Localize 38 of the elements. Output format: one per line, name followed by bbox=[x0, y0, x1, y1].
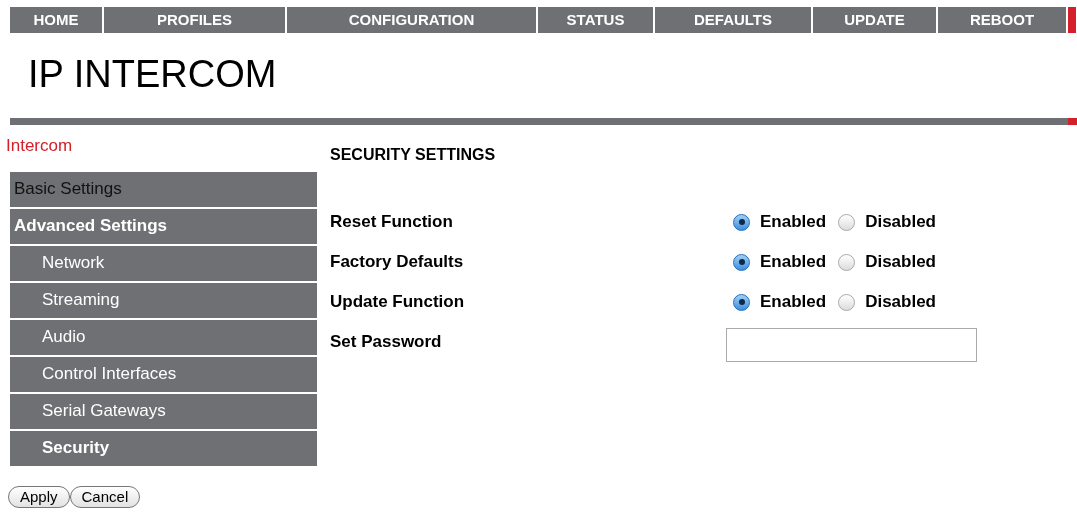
option-label: Disabled bbox=[865, 251, 936, 274]
setting-label: Update Function bbox=[330, 291, 466, 314]
nav-tab[interactable]: CONFIGURATION bbox=[287, 7, 536, 33]
form-button[interactable]: Apply bbox=[8, 485, 70, 508]
option-label: Disabled bbox=[865, 211, 936, 234]
sidebar-item[interactable]: Advanced Settings bbox=[10, 208, 317, 244]
option-label: Enabled bbox=[760, 251, 827, 274]
option-label: Disabled bbox=[865, 291, 936, 314]
sidebar-item[interactable]: Streaming bbox=[10, 282, 317, 318]
radio-button[interactable] bbox=[838, 293, 856, 311]
sidebar-item[interactable]: Security bbox=[10, 430, 317, 466]
setting-label: Reset Function bbox=[330, 211, 454, 234]
sidebar-item[interactable]: Audio bbox=[10, 319, 317, 355]
option-label: Enabled bbox=[760, 291, 827, 314]
breadcrumb: Intercom bbox=[6, 135, 73, 157]
sidebar-item[interactable]: Basic Settings bbox=[10, 171, 317, 207]
radio-button[interactable] bbox=[733, 253, 750, 271]
nav-tab[interactable]: HOME bbox=[10, 7, 102, 33]
nav-tab[interactable]: REBOOT bbox=[938, 7, 1066, 33]
radio-button[interactable] bbox=[733, 293, 750, 311]
setting-label: Factory Defaults bbox=[330, 251, 465, 274]
radio-button[interactable] bbox=[838, 213, 856, 231]
password-field[interactable] bbox=[726, 328, 977, 362]
sidebar-item[interactable]: Control Interfaces bbox=[10, 356, 317, 392]
radio-button[interactable] bbox=[733, 213, 750, 231]
radio-button[interactable] bbox=[838, 253, 856, 271]
page-title: IP INTERCOM bbox=[28, 52, 277, 96]
nav-tab[interactable]: PROFILES bbox=[104, 7, 285, 33]
nav-tab[interactable]: DEFAULTS bbox=[655, 7, 811, 33]
section-heading: SECURITY SETTINGS bbox=[330, 145, 496, 165]
form-button[interactable]: Cancel bbox=[69, 485, 141, 508]
sidebar-item[interactable]: Serial Gateways bbox=[10, 393, 317, 429]
option-label: Enabled bbox=[760, 211, 827, 234]
nav-tab[interactable]: UPDATE bbox=[813, 7, 936, 33]
setting-label: Set Password bbox=[330, 331, 443, 354]
accent-block bbox=[1068, 7, 1076, 33]
nav-tab[interactable]: STATUS bbox=[538, 7, 653, 33]
sidebar-item[interactable]: Network bbox=[10, 245, 317, 281]
